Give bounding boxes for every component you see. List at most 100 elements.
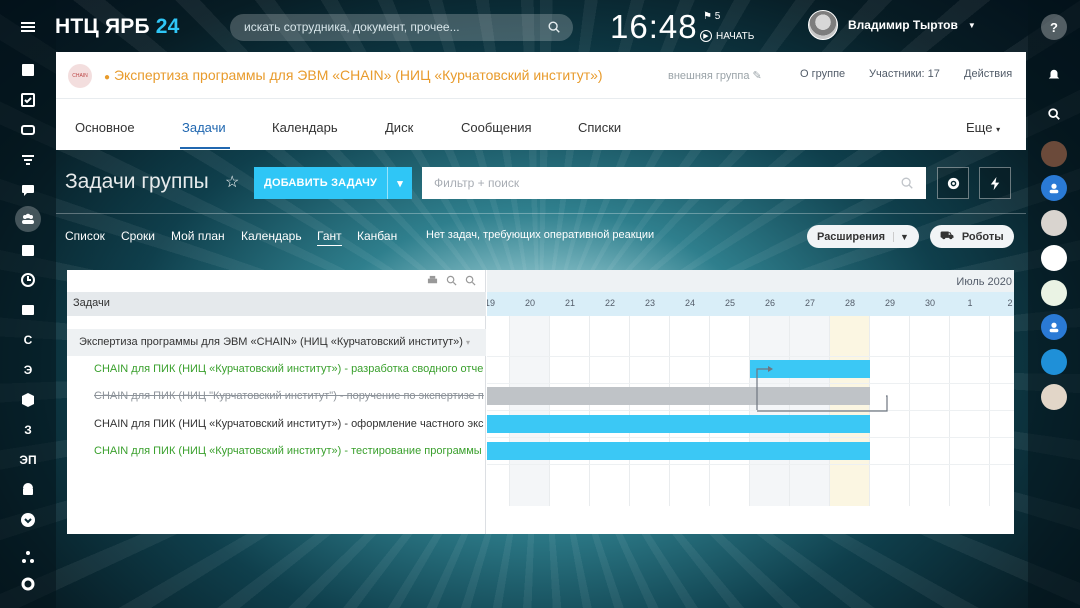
tab-calendar[interactable]: Календарь (272, 120, 338, 135)
chat-icon[interactable] (14, 178, 42, 202)
search-placeholder: искать сотрудника, документ, прочее... (244, 20, 460, 34)
start-workday-button[interactable]: ▶ НАЧАТЬ (700, 30, 754, 42)
group-header: CHAIN ● Экспертиза программы для ЭВМ «CH… (56, 52, 1026, 99)
project-row-label: Экспертиза программы для ЭВМ «CHAIN» (НИ… (79, 336, 463, 348)
chevron-down-icon: ▾ (996, 125, 1001, 134)
structure-icon[interactable] (14, 545, 42, 569)
zoom-out-icon[interactable] (465, 275, 476, 286)
search-icon[interactable] (900, 176, 914, 190)
add-task-dropdown[interactable]: ▾ (387, 167, 412, 199)
robot-icon: ⛟ (940, 229, 954, 242)
settings-gear-button[interactable] (937, 167, 969, 199)
contact-avatar-4[interactable] (1041, 245, 1067, 271)
gantt-project-row[interactable]: Экспертиза программы для ЭВМ «CHAIN» (НИ… (67, 329, 486, 356)
extensions-label: Расширения (817, 230, 886, 243)
actions-link[interactable]: Действия (964, 68, 1012, 80)
lightning-button[interactable] (979, 167, 1011, 199)
active-tab-indicator (180, 147, 230, 149)
calendar-icon[interactable] (14, 238, 42, 262)
gantt-chart: Задачи Экспертиза программы для ЭВМ «CHA… (67, 270, 1014, 534)
add-task-label: ДОБАВИТЬ ЗАДАЧУ (263, 177, 378, 189)
tab-tasks[interactable]: Задачи (182, 120, 226, 135)
about-group-link[interactable]: О группе (800, 68, 845, 80)
tab-disk[interactable]: Диск (385, 120, 413, 135)
chevron-down-icon: ▾ (466, 338, 471, 347)
view-kanban[interactable]: Канбан (357, 229, 397, 243)
feed-icon[interactable] (14, 58, 42, 82)
contact-avatar-2[interactable] (1041, 175, 1067, 201)
gantt-tools (427, 275, 476, 286)
view-gantt[interactable]: Гант (317, 229, 342, 246)
help-icon[interactable]: ? (1041, 14, 1067, 40)
tab-main[interactable]: Основное (75, 120, 135, 135)
contact-avatar-8[interactable] (1041, 384, 1067, 410)
filter-search-input[interactable]: Фильтр + поиск (422, 167, 926, 199)
tab-messages[interactable]: Сообщения (461, 120, 532, 135)
no-urgent-tasks-text: Нет задач, требующих оперативной реакции (426, 229, 655, 241)
user-name: Владимир Тыртов (848, 18, 958, 32)
box-icon[interactable] (14, 388, 42, 412)
star-icon[interactable]: ☆ (225, 172, 239, 192)
android-icon[interactable] (14, 478, 42, 502)
rail-letter-s[interactable]: С (14, 328, 42, 352)
view-deadlines[interactable]: Сроки (121, 229, 155, 243)
tab-more[interactable]: Еще ▾ (966, 120, 1000, 135)
tasks-header-label: Задачи (73, 297, 110, 309)
rail-letter-z[interactable]: З (14, 418, 42, 442)
search-icon[interactable] (1041, 101, 1067, 127)
gantt-dependency-lines (756, 366, 888, 412)
avatar (808, 10, 838, 40)
group-title-text: Экспертиза программы для ЭВМ «CHAIN» (НИ… (113, 67, 603, 83)
chevron-down-icon: ▼ (893, 231, 909, 242)
menu-icon[interactable] (14, 15, 42, 39)
members-link[interactable]: Участники: 17 (869, 68, 940, 80)
gantt-task-row[interactable]: CHAIN для ПИК (НИЦ "Курчатовский институ… (67, 383, 486, 410)
gantt-task-row[interactable]: CHAIN для ПИК (НИЦ «Курчатовский институ… (67, 411, 486, 438)
add-task-button[interactable]: ДОБАВИТЬ ЗАДАЧУ ▾ (254, 167, 412, 199)
groups-icon[interactable] (15, 206, 41, 232)
sync-icon[interactable] (14, 118, 42, 142)
flag-counter[interactable]: ⚑ 5 (703, 11, 720, 22)
group-logo: CHAIN (68, 64, 92, 88)
tab-lists[interactable]: Списки (578, 120, 621, 135)
robots-button[interactable]: ⛟ Роботы (930, 225, 1014, 248)
view-list[interactable]: Список (65, 229, 105, 243)
page-title: Задачи группы (65, 170, 209, 193)
print-icon[interactable] (427, 275, 438, 286)
zoom-in-icon[interactable] (446, 275, 457, 286)
logo-text: НТЦ ЯРБ (55, 15, 150, 38)
tasks-icon[interactable] (14, 88, 42, 112)
external-group-label[interactable]: внешняя группа ✎ (668, 69, 762, 82)
view-my-plan[interactable]: Мой план (171, 229, 225, 243)
portal-logo[interactable]: НТЦ ЯРБ 24 (55, 15, 180, 39)
chevron-down-icon: ▼ (967, 20, 976, 30)
gantt-task-row[interactable]: CHAIN для ПИК (НИЦ «Курчатовский институ… (67, 438, 486, 465)
gear-icon (947, 177, 959, 189)
clock-icon[interactable] (14, 268, 42, 292)
dependency-arrow (768, 366, 773, 372)
gantt-timeline: Июль 2020 19 20 21 22 23 24 25 26 27 28 29 30 1 2 (487, 270, 1014, 534)
group-tabs: Основное Задачи Календарь Диск Сообщения… (56, 99, 1026, 150)
left-sidebar: С Э З ЭП (0, 0, 56, 608)
settings-gear-icon[interactable] (14, 572, 42, 596)
contact-avatar-6[interactable] (1041, 314, 1067, 340)
global-search-input[interactable]: искать сотрудника, документ, прочее... (230, 14, 573, 41)
notifications-bell-icon[interactable] (1041, 62, 1067, 88)
rail-letter-e[interactable]: Э (14, 358, 42, 382)
group-title[interactable]: ● Экспертиза программы для ЭВМ «CHAIN» (… (104, 67, 603, 83)
gantt-task-row[interactable]: CHAIN для ПИК (НИЦ «Курчатовский институ… (67, 356, 486, 383)
search-icon[interactable] (547, 20, 561, 34)
contact-avatar-3[interactable] (1041, 210, 1067, 236)
contact-avatar-5[interactable] (1041, 280, 1067, 306)
gantt-task-list: Задачи Экспертиза программы для ЭВМ «CHA… (67, 270, 486, 534)
chevron-down-circle-icon[interactable] (14, 508, 42, 532)
contacts-icon[interactable] (14, 298, 42, 322)
view-calendar[interactable]: Календарь (241, 229, 302, 243)
contact-avatar-1[interactable] (1041, 141, 1067, 167)
rail-letter-ep[interactable]: ЭП (14, 448, 42, 472)
extensions-button[interactable]: Расширения ▼ (807, 225, 919, 248)
user-menu[interactable]: Владимир Тыртов ▼ (808, 10, 976, 40)
filter-icon[interactable] (14, 148, 42, 172)
contact-avatar-7[interactable] (1041, 349, 1067, 375)
lightning-icon (990, 176, 999, 190)
